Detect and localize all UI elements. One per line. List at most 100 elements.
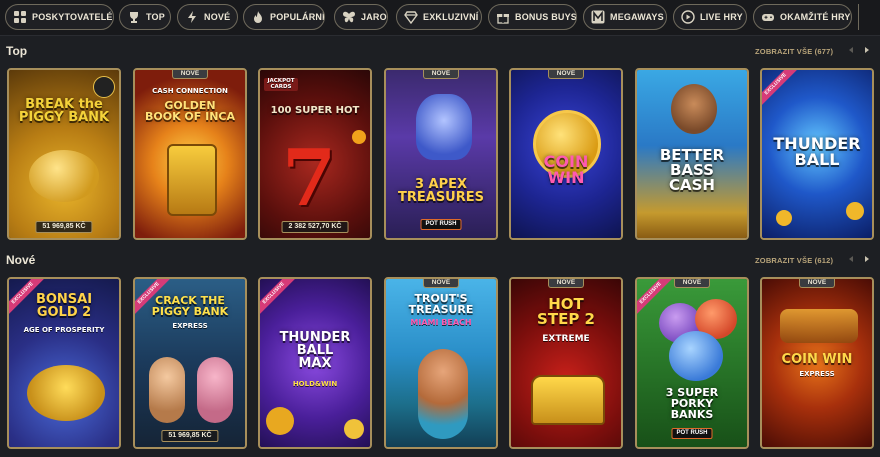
book-decoration xyxy=(167,144,217,216)
section-title-top: Top xyxy=(6,44,28,58)
fisherman-decoration xyxy=(671,84,717,134)
game-subtitle: EXPRESS xyxy=(799,370,835,378)
game-title: BETTER BASS CASH xyxy=(659,146,725,194)
new-badge: NOVÉ xyxy=(548,70,584,79)
section-title-new: Nové xyxy=(6,253,36,267)
new-badge: NOVÉ xyxy=(423,70,459,79)
prev-arrow-icon[interactable] xyxy=(846,254,856,264)
game-tile-coin-win[interactable]: NOVÉ COIN WIN xyxy=(509,68,623,240)
game-title: THUNDER BALL MAX xyxy=(279,330,351,371)
category-new[interactable]: NOVÉ xyxy=(177,4,238,30)
providers-icon xyxy=(13,10,27,24)
play-circle-icon xyxy=(681,10,695,24)
next-arrow-icon[interactable] xyxy=(862,254,872,264)
crown-decoration xyxy=(531,375,605,425)
casino-lobby: POSKYTOVATELÉ TOP NOVÉ POPULÁRNÍ JARO EX… xyxy=(0,0,880,457)
category-exclusive[interactable]: EXKLUZIVNÍ xyxy=(396,4,482,30)
seven-symbol: 7 xyxy=(282,133,337,224)
lightning-icon xyxy=(185,10,199,24)
category-live-games[interactable]: LIVE HRY xyxy=(673,4,747,30)
category-providers[interactable]: POSKYTOVATELÉ xyxy=(5,4,114,30)
next-arrow-icon[interactable] xyxy=(862,45,872,55)
trophy-icon xyxy=(127,10,141,24)
category-label: NOVÉ xyxy=(204,12,231,22)
game-title: HOT STEP 2 xyxy=(537,295,595,328)
piggy-decoration xyxy=(29,150,99,202)
game-title: COIN WIN xyxy=(543,152,589,187)
category-label: EXKLUZIVNÍ xyxy=(423,12,479,22)
jackpot-amount: 2 382 527,70 KČ xyxy=(281,221,349,233)
game-subtitle: JACKPOT CARDS xyxy=(264,78,298,91)
game-subtitle: EXPRESS xyxy=(172,322,208,330)
view-all-new-link[interactable]: ZOBRAZIT VŠE (612) xyxy=(755,256,833,265)
pot-rush-badge: POT RUSH xyxy=(671,428,713,439)
game-subtitle: EXTREME xyxy=(542,334,590,344)
category-popular[interactable]: POPULÁRNÍ xyxy=(243,4,325,30)
game-tile-break-the-piggy-bank[interactable]: BREAK the PIGGY BANK 51 969,85 KČ xyxy=(7,68,121,240)
game-title: COIN WIN xyxy=(781,352,853,367)
jackpot-amount: 51 969,85 KČ xyxy=(161,430,219,442)
category-label: MEGAWAYS xyxy=(610,12,664,22)
game-title: BREAK the PIGGY BANK xyxy=(18,97,110,125)
gift-icon xyxy=(496,10,510,24)
game-subtitle: AGE OF PROSPERITY xyxy=(23,326,105,334)
game-title: THUNDER BALL xyxy=(773,134,861,169)
coin-decoration xyxy=(846,202,864,220)
train-decoration xyxy=(780,309,858,343)
new-badge: NOVÉ xyxy=(799,279,835,288)
category-label: OKAMŽITÉ HRY xyxy=(780,12,851,22)
game-tile-thunder-ball-max[interactable]: EXCLUSIVE THUNDER BALL MAX HOLD&WIN xyxy=(258,277,372,449)
game-subtitle: MIAMI BEACH xyxy=(410,318,472,327)
piggy-decoration xyxy=(669,331,723,381)
bonsai-decoration xyxy=(27,365,105,421)
category-megaways[interactable]: MEGAWAYS xyxy=(583,4,667,30)
game-title: BONSAI GOLD 2 xyxy=(35,292,93,320)
category-label: POPULÁRNÍ xyxy=(270,12,325,22)
game-tile-bonsai-gold-2[interactable]: EXCLUSIVE BONSAI GOLD 2 AGE OF PROSPERIT… xyxy=(7,277,121,449)
fisherman-decoration xyxy=(418,349,468,439)
game-title: CRACK THE PIGGY BANK xyxy=(151,294,229,318)
pot-rush-badge: POT RUSH xyxy=(420,219,462,230)
category-instant-games[interactable]: OKAMŽITÉ HRY xyxy=(753,4,852,30)
game-tile-3-apex-treasures[interactable]: NOVÉ 3 APEX TREASURES POT RUSH xyxy=(384,68,498,240)
diamond-icon xyxy=(404,10,418,24)
prev-arrow-icon[interactable] xyxy=(846,45,856,55)
category-bonus-buys[interactable]: BONUS BUYS xyxy=(488,4,577,30)
megaways-icon xyxy=(591,10,605,24)
new-badge: NOVÉ xyxy=(423,279,459,288)
coin-decoration xyxy=(776,210,792,226)
game-title: 3 APEX TREASURES xyxy=(398,177,484,205)
character-decoration xyxy=(149,357,185,423)
game-tile-thunder-ball[interactable]: EXCLUSIVE THUNDER BALL xyxy=(760,68,874,240)
game-tile-3-super-porky-banks[interactable]: EXCLUSIVE NOVÉ 3 SUPER PORKY BANKS POT R… xyxy=(635,277,749,449)
category-label: POSKYTOVATELÉ xyxy=(32,12,113,22)
game-subtitle: CASH CONNECTION xyxy=(152,87,228,95)
game-tile-100-super-hot[interactable]: JACKPOT CARDS 100 SUPER HOT 7 2 382 527,… xyxy=(258,68,372,240)
new-badge: NOVÉ xyxy=(548,279,584,288)
game-title: 3 SUPER PORKY BANKS xyxy=(665,386,719,421)
game-title: GOLDEN BOOK OF INCA xyxy=(144,99,236,123)
gamepad-icon xyxy=(761,10,775,24)
wolf-decoration xyxy=(416,94,472,160)
game-tile-golden-book-of-inca[interactable]: NOVÉ CASH CONNECTION GOLDEN BOOK OF INCA xyxy=(133,68,247,240)
category-label: BONUS BUYS xyxy=(515,12,577,22)
game-tile-crack-the-piggy-bank[interactable]: EXCLUSIVE CRACK THE PIGGY BANK EXPRESS 5… xyxy=(133,277,247,449)
category-label: JARO xyxy=(361,12,387,22)
view-all-top-link[interactable]: ZOBRAZIT VŠE (677) xyxy=(755,47,833,56)
coin-decoration xyxy=(344,419,364,439)
jackpot-amount: 51 969,85 KČ xyxy=(35,221,93,233)
game-title: TROUT'S TREASURE xyxy=(408,292,474,316)
game-tile-hot-step-2-extreme[interactable]: NOVÉ HOT STEP 2 EXTREME xyxy=(509,277,623,449)
orange-decoration xyxy=(352,130,366,144)
game-tile-coin-win-express[interactable]: NOVÉ COIN WIN EXPRESS xyxy=(760,277,874,449)
category-scroll-edge xyxy=(858,4,859,30)
game-tile-better-bass-cash[interactable]: BETTER BASS CASH xyxy=(635,68,749,240)
fire-icon xyxy=(251,10,265,24)
category-spring[interactable]: JARO xyxy=(334,4,388,30)
game-subtitle: HOLD&WIN xyxy=(292,380,338,388)
category-label: LIVE HRY xyxy=(700,12,743,22)
category-label: TOP xyxy=(146,12,165,22)
game-tile-trouts-treasure[interactable]: NOVÉ TROUT'S TREASURE MIAMI BEACH xyxy=(384,277,498,449)
category-top[interactable]: TOP xyxy=(119,4,171,30)
bonus-coin-decoration xyxy=(266,407,294,435)
